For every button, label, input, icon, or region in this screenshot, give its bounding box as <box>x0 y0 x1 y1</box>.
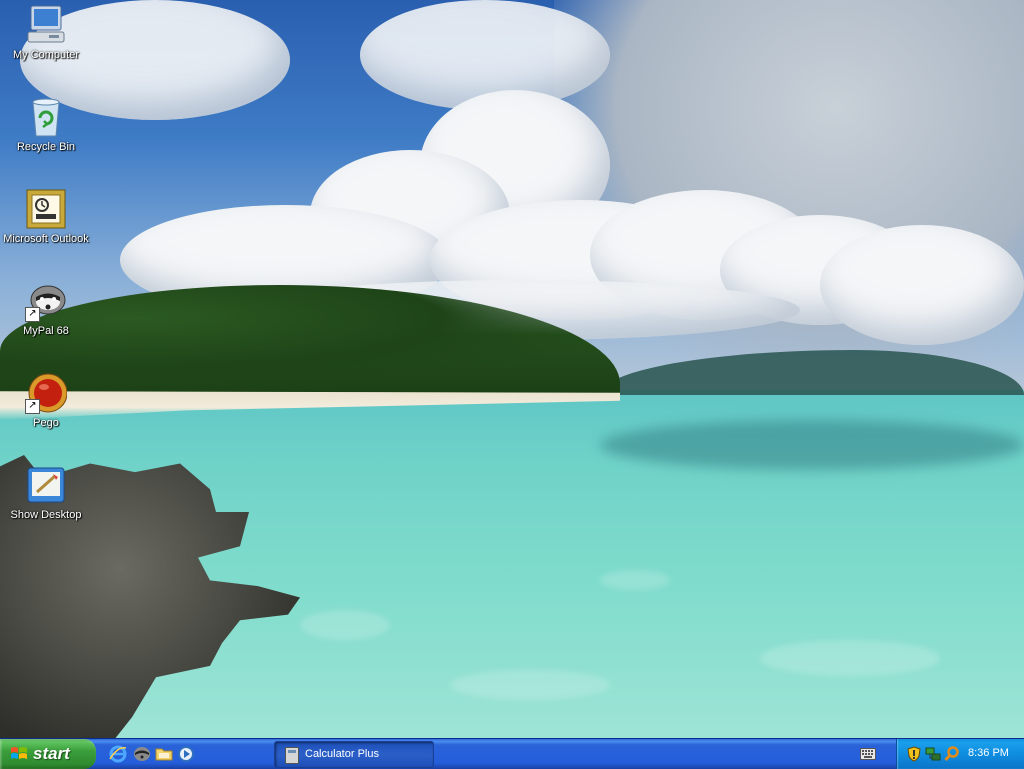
ripple <box>760 640 940 676</box>
show-desktop-icon <box>25 464 67 506</box>
desktop-icon-label: Microsoft Outlook <box>3 233 89 245</box>
desktop-icon-mypal[interactable]: ↗ MyPal 68 <box>0 280 92 337</box>
ripple <box>600 570 670 590</box>
system-tray: 8:36 PM <box>896 739 1024 769</box>
mypal-icon[interactable] <box>132 744 152 764</box>
desktop-icon-show-desktop[interactable]: Show Desktop <box>0 464 92 521</box>
desktop-wallpaper <box>0 0 1024 738</box>
outlook-icon <box>25 188 67 230</box>
taskbar: start Calculator Plus 8:36 PM <box>0 738 1024 769</box>
security-shield-icon[interactable] <box>906 746 922 762</box>
desktop-icon-label: Show Desktop <box>10 509 82 521</box>
start-label: start <box>33 744 70 763</box>
desktop-icon-label: Recycle Bin <box>16 141 76 153</box>
start-button[interactable]: start <box>0 739 96 769</box>
desktop-icon-microsoft-outlook[interactable]: Microsoft Outlook <box>0 188 92 245</box>
desktop-icon-pego[interactable]: ↗ Pego <box>0 372 92 429</box>
desktop-icon-recycle-bin[interactable]: Recycle Bin <box>0 96 92 153</box>
media-player-icon[interactable] <box>176 744 196 764</box>
recycle-bin-icon <box>25 96 67 138</box>
mypal-icon: ↗ <box>25 280 67 322</box>
search-icon[interactable] <box>944 746 960 762</box>
desktop-icon-label: Pego <box>33 417 59 429</box>
keyboard-icon[interactable] <box>860 747 876 760</box>
desktop-icon-my-computer[interactable]: My Computer <box>0 4 92 61</box>
ripple <box>450 670 610 700</box>
reef-shadow <box>600 420 1024 470</box>
shortcut-arrow-icon: ↗ <box>25 399 40 414</box>
taskbar-button-label: Calculator Plus <box>305 748 379 760</box>
ripple <box>300 610 390 640</box>
folder-icon[interactable] <box>154 744 174 764</box>
pego-icon: ↗ <box>25 372 68 414</box>
shortcut-arrow-icon: ↗ <box>25 307 40 322</box>
taskbar-button-calculator-plus[interactable]: Calculator Plus <box>274 741 434 768</box>
my-computer-icon <box>25 4 67 46</box>
calculator-icon <box>285 747 299 764</box>
desktop-icon-label: MyPal 68 <box>23 325 69 337</box>
desktop-icon-label: My Computer <box>12 49 80 61</box>
clock[interactable]: 8:36 PM <box>968 747 1009 759</box>
network-icon[interactable] <box>925 746 941 762</box>
internet-explorer-icon[interactable] <box>108 744 128 764</box>
windows-logo-icon <box>10 745 28 763</box>
cloud <box>820 225 1024 345</box>
